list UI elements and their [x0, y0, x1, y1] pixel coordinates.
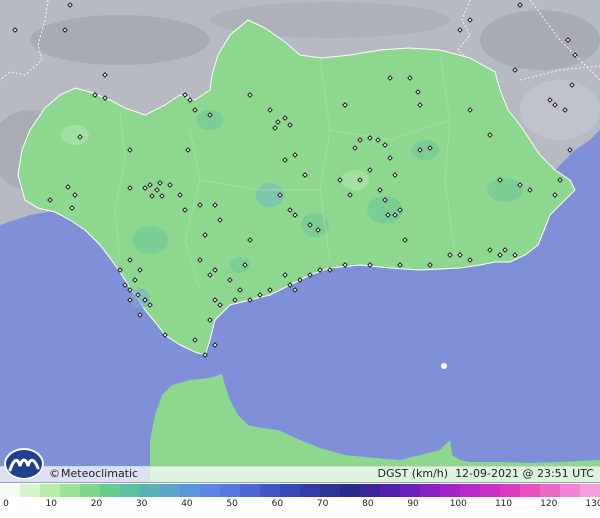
- scale-tick-label: 60: [271, 499, 284, 509]
- island-marker: [441, 363, 447, 369]
- scale-cell: [240, 484, 260, 497]
- scale-cell: [140, 484, 160, 497]
- scale-tick-label: 70: [316, 499, 329, 509]
- scale-cell: [460, 484, 480, 497]
- scale-tick-label: 130: [585, 499, 600, 509]
- scale-cell: [360, 484, 380, 497]
- scale-cell: [500, 484, 520, 497]
- scale-cell: [40, 484, 60, 497]
- color-scale-labels: 0 10 20 30 40 50 60 70 80 90 100 110 120 130: [0, 499, 600, 513]
- scale-tick-label: 90: [407, 499, 419, 509]
- scale-cell: [180, 484, 200, 497]
- scale-cell: [200, 484, 220, 497]
- scale-tick-label: 50: [226, 499, 238, 509]
- scale-cell: [20, 484, 40, 497]
- scale-cell: [160, 484, 180, 497]
- scale-cell: [440, 484, 460, 497]
- color-scale-strip: [0, 484, 600, 497]
- scale-cell: [400, 484, 420, 497]
- scale-tick-label: 0: [3, 499, 9, 509]
- copyright-symbol: ©: [49, 467, 60, 480]
- scale-cell: [220, 484, 240, 497]
- meteoclimatic-logo: [4, 448, 44, 480]
- scale-tick-label: 110: [494, 499, 513, 509]
- scale-cell: [380, 484, 400, 497]
- scale-tick-label: 20: [90, 499, 103, 509]
- scale-cell: [480, 484, 500, 497]
- scale-cell: [60, 484, 80, 497]
- scale-tick-label: 100: [449, 499, 467, 509]
- variable-name: DGST: [377, 467, 409, 480]
- scale-cell: [340, 484, 360, 497]
- scale-cell: [100, 484, 120, 497]
- map-canvas: [0, 0, 600, 517]
- scale-cell: [540, 484, 560, 497]
- color-scale: 0 10 20 30 40 50 60 70 80 90 100 110 120 130: [0, 482, 600, 518]
- map-datetime: 12-09-2021 @ 23:51 UTC: [455, 467, 594, 480]
- scale-cell: [280, 484, 300, 497]
- scale-tick-label: 80: [362, 499, 374, 509]
- scale-cell: [260, 484, 280, 497]
- weather-map: ©Meteoclimatic DGST (km/h) 12-09-2021 @ …: [0, 0, 600, 518]
- brand-label: ©Meteoclimatic: [49, 467, 138, 480]
- scale-tick-label: 120: [540, 499, 558, 509]
- scale-cell: [80, 484, 100, 497]
- logo-wave-icon: [8, 458, 40, 472]
- scale-cell: [420, 484, 440, 497]
- scale-cell: [300, 484, 320, 497]
- brand-name: Meteoclimatic: [61, 467, 139, 480]
- scale-cell: [560, 484, 580, 497]
- map-info: DGST (km/h) 12-09-2021 @ 23:51 UTC: [378, 467, 595, 480]
- scale-cell: [320, 484, 340, 497]
- variable-unit: (km/h): [411, 467, 449, 480]
- scale-cell: [580, 484, 600, 497]
- scale-cell: [0, 484, 20, 497]
- scale-tick-label: 40: [181, 499, 193, 509]
- scale-cell: [120, 484, 140, 497]
- scale-tick-label: 10: [45, 499, 57, 509]
- scale-tick-label: 30: [135, 499, 148, 509]
- scale-cell: [520, 484, 540, 497]
